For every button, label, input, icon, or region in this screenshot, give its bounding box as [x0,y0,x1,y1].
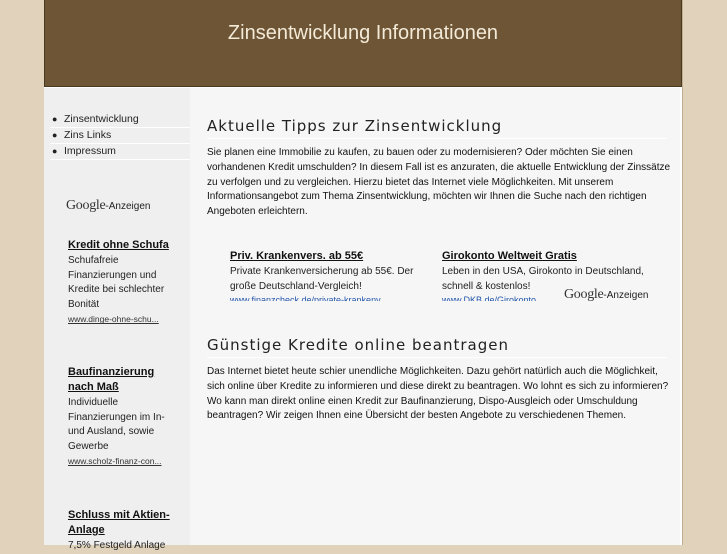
ad-title-link[interactable]: Girokonto Weltweit Gratis [442,249,657,263]
heading-divider [207,138,667,139]
site-title[interactable]: Zinsentwicklung Informationen [45,22,681,45]
site-header: Zinsentwicklung Informationen [44,0,682,87]
ads-label: -Anzeigen [105,201,151,212]
nav-item-label: Zinsentwicklung [64,113,139,125]
ad-text: Private Krankenversicherung ab 55€. Der … [230,266,414,292]
ad-title-link[interactable]: Schluss mit Aktien-Anlage [68,508,178,538]
page-border-right [682,0,683,545]
bullet-icon: ● [52,114,58,124]
bullet-icon: ● [52,146,58,156]
ad-text: 7,5% Festgeld Anlage [68,540,166,551]
ad-text: Schufafreie Finanzierungen und Kredite b… [68,255,165,310]
section-heading: Günstige Kredite online beantragen [207,336,509,354]
page-container: Zinsentwicklung Informationen ● Zinsentwi… [44,0,682,551]
ad-title-link[interactable]: Priv. Krankenvers. ab 55€ [230,249,430,263]
section-heading: Aktuelle Tipps zur Zinsentwicklung [207,117,503,135]
main-content: Aktuelle Tipps zur Zinsentwicklung Sie p… [190,88,680,545]
ad-url-link[interactable]: www.dinge-ohne-schu... [68,313,178,326]
ad-text: Individuelle Finanzierungen im In- und A… [68,397,165,452]
ad-url-link[interactable]: www.finanzcheck.de/private-krankenv [230,294,430,301]
google-ads-label[interactable]: Google-Anzeigen [66,198,150,214]
nav-item-zinsentwicklung[interactable]: ● Zinsentwicklung [50,112,190,128]
nav-item-label: Impressum [64,145,116,157]
sidebar-ad[interactable]: Schluss mit Aktien-Anlage 7,5% Festgeld … [68,508,178,554]
sidebar-ad[interactable]: Baufinanzierung nach Maß Individuelle Fi… [68,365,178,468]
nav-item-zins-links[interactable]: ● Zins Links [50,128,190,144]
google-logo: Google [564,287,604,302]
content-ad[interactable]: Priv. Krankenvers. ab 55€ Private Kranke… [230,249,430,301]
ad-title-link[interactable]: Kredit ohne Schufa [68,238,178,253]
sidebar-ad[interactable]: Kredit ohne Schufa Schufafreie Finanzier… [68,238,178,326]
google-ads-label[interactable]: Google-Anzeigen [564,287,648,303]
bullet-icon: ● [52,130,58,140]
ad-url-link[interactable]: www.scholz-finanz-con... [68,455,178,468]
body-paragraph: Das Internet bietet heute schier unendli… [207,366,669,422]
heading-divider [207,357,667,358]
intro-paragraph: Sie planen eine Immobilie zu kaufen, zu … [207,147,671,218]
nav-item-label: Zins Links [64,129,112,141]
sidebar: ● Zinsentwicklung ● Zins Links ● Impressum … [44,88,190,551]
ads-label: -Anzeigen [603,290,649,301]
nav-item-impressum[interactable]: ● Impressum [50,144,190,160]
google-logo: Google [66,198,106,213]
ad-title-link[interactable]: Baufinanzierung nach Maß [68,365,178,395]
sidebar-nav: ● Zinsentwicklung ● Zins Links ● Impressum [50,112,190,160]
